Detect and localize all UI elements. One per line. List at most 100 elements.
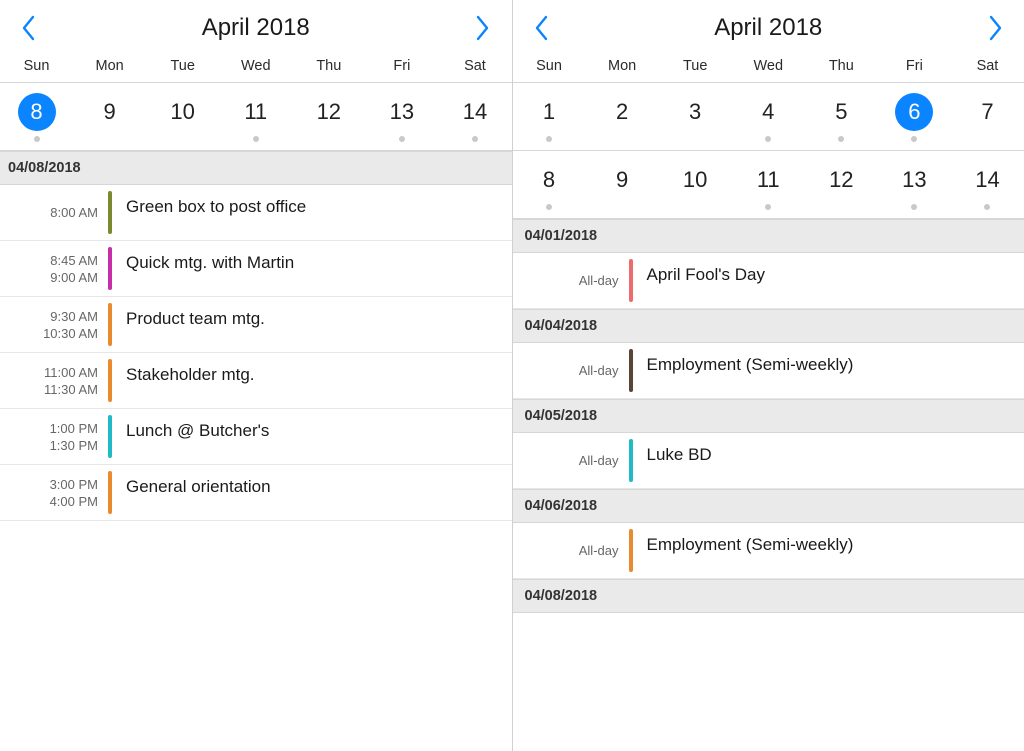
- day-number: 6: [895, 93, 933, 131]
- day-number: 3: [676, 93, 714, 131]
- event-time: 3:00 PM4:00 PM: [0, 471, 108, 514]
- calendar-panel-left: April 2018 Sun Mon Tue Wed Thu Fri Sat 8…: [0, 0, 513, 751]
- event-time: 9:30 AM10:30 AM: [0, 303, 108, 346]
- day-number: 14: [968, 161, 1006, 199]
- dow-cell: Tue: [659, 58, 732, 74]
- day-number: 4: [749, 93, 787, 131]
- day-number: 5: [822, 93, 860, 131]
- dow-cell: Sat: [438, 58, 511, 74]
- event-indicator-dot: [253, 136, 259, 142]
- day-number: 2: [603, 93, 641, 131]
- event-start-time: All-day: [579, 273, 619, 288]
- prev-month-button[interactable]: [18, 14, 38, 42]
- event-row[interactable]: 3:00 PM4:00 PMGeneral orientation: [0, 465, 512, 521]
- event-row[interactable]: 8:00 AMGreen box to post office: [0, 185, 512, 241]
- event-row[interactable]: 11:00 AM11:30 AMStakeholder mtg.: [0, 353, 512, 409]
- month-header: April 2018: [513, 0, 1024, 54]
- day-number: 10: [164, 93, 202, 131]
- dow-cell: Sun: [0, 58, 73, 74]
- event-title: Employment (Semi-weekly): [633, 349, 1024, 392]
- day-number: 12: [822, 161, 860, 199]
- prev-month-button[interactable]: [531, 14, 551, 42]
- day-cell[interactable]: 1: [513, 93, 586, 142]
- day-cell[interactable]: 2: [586, 93, 659, 142]
- event-start-time: 9:30 AM: [50, 309, 98, 324]
- agenda-date-header: 04/08/2018: [0, 151, 512, 185]
- dow-cell: Wed: [219, 58, 292, 74]
- week-container: 89 10 11 12 13 14: [0, 83, 512, 151]
- event-start-time: 11:00 AM: [44, 365, 98, 380]
- event-title: Lunch @ Butcher's: [112, 415, 512, 458]
- day-cell[interactable]: 12: [805, 161, 878, 210]
- day-cell[interactable]: 9: [586, 161, 659, 210]
- dow-cell: Wed: [732, 58, 805, 74]
- day-cell[interactable]: 5: [805, 93, 878, 142]
- day-cell[interactable]: 11: [219, 93, 292, 142]
- event-time: 11:00 AM11:30 AM: [0, 359, 108, 402]
- dow-cell: Thu: [805, 58, 878, 74]
- day-cell[interactable]: 7: [951, 93, 1024, 142]
- dow-cell: Thu: [292, 58, 365, 74]
- day-number: 10: [676, 161, 714, 199]
- week-row: 89 10 11 12 13 14: [513, 151, 1024, 219]
- day-cell[interactable]: 8: [513, 161, 586, 210]
- day-of-week-row: Sun Mon Tue Wed Thu Fri Sat: [513, 54, 1024, 83]
- event-row[interactable]: 1:00 PM 1:30 PM Lunch @ Butcher's: [0, 409, 512, 465]
- event-start-time: 1:00 PM: [50, 421, 98, 436]
- event-time: All-day: [513, 349, 629, 392]
- event-row[interactable]: 8:45 AM9:00 AMQuick mtg. with Martin: [0, 241, 512, 297]
- day-number: 11: [237, 93, 275, 131]
- day-number: 8: [18, 93, 56, 131]
- day-cell[interactable]: 12: [292, 93, 365, 142]
- event-row[interactable]: All-day Employment (Semi-weekly): [513, 343, 1024, 399]
- agenda-list[interactable]: 04/01/2018All-dayApril Fool's Day04/04/2…: [513, 219, 1024, 751]
- event-start-time: 8:00 AM: [50, 205, 98, 220]
- day-cell[interactable]: 14: [438, 93, 511, 142]
- agenda-date-header: 04/06/2018: [513, 489, 1024, 523]
- day-cell[interactable]: 14: [951, 161, 1024, 210]
- event-indicator-dot: [546, 136, 552, 142]
- day-number: 9: [91, 93, 129, 131]
- event-title: Employment (Semi-weekly): [633, 529, 1024, 572]
- event-row[interactable]: All-day April Fool's Day: [513, 253, 1024, 309]
- calendar-panel-right: April 2018 Sun Mon Tue Wed Thu Fri Sat 1…: [513, 0, 1024, 751]
- next-month-button[interactable]: [473, 14, 493, 42]
- day-cell[interactable]: 3: [659, 93, 732, 142]
- dow-cell: Sat: [951, 58, 1024, 74]
- event-time: 1:00 PM 1:30 PM: [0, 415, 108, 458]
- event-time: All-day: [513, 439, 629, 482]
- event-row[interactable]: All-dayLuke BD: [513, 433, 1024, 489]
- day-cell[interactable]: 11: [732, 161, 805, 210]
- event-indicator-dot: [911, 136, 917, 142]
- event-end-time: 1:30 PM: [50, 438, 98, 453]
- day-number: 13: [383, 93, 421, 131]
- day-number: 11: [749, 161, 787, 199]
- next-month-button[interactable]: [986, 14, 1006, 42]
- day-cell[interactable]: 4: [732, 93, 805, 142]
- day-cell[interactable]: 10: [659, 161, 732, 210]
- day-cell[interactable]: 9: [73, 93, 146, 142]
- day-cell[interactable]: 13: [365, 93, 438, 142]
- day-cell[interactable]: 8: [0, 93, 73, 142]
- event-time: 8:00 AM: [0, 191, 108, 234]
- dow-cell: Sun: [513, 58, 586, 74]
- day-of-week-row: Sun Mon Tue Wed Thu Fri Sat: [0, 54, 512, 83]
- day-cell[interactable]: 10: [146, 93, 219, 142]
- event-row[interactable]: All-dayEmployment (Semi-weekly): [513, 523, 1024, 579]
- dow-cell: Tue: [146, 58, 219, 74]
- day-cell[interactable]: 6: [878, 93, 951, 142]
- agenda-date-header: 04/08/2018: [513, 579, 1024, 613]
- event-title: Quick mtg. with Martin: [112, 247, 512, 290]
- agenda-list[interactable]: 04/08/20188:00 AMGreen box to post offic…: [0, 151, 512, 751]
- event-start-time: All-day: [579, 363, 619, 378]
- month-title: April 2018: [714, 14, 822, 42]
- event-title: Product team mtg.: [112, 303, 512, 346]
- event-indicator-dot: [472, 136, 478, 142]
- event-indicator-dot: [765, 136, 771, 142]
- day-cell[interactable]: 13: [878, 161, 951, 210]
- event-indicator-dot: [984, 204, 990, 210]
- event-indicator-dot: [34, 136, 40, 142]
- event-title: April Fool's Day: [633, 259, 1024, 302]
- event-row[interactable]: 9:30 AM10:30 AMProduct team mtg.: [0, 297, 512, 353]
- dow-cell: Fri: [878, 58, 951, 74]
